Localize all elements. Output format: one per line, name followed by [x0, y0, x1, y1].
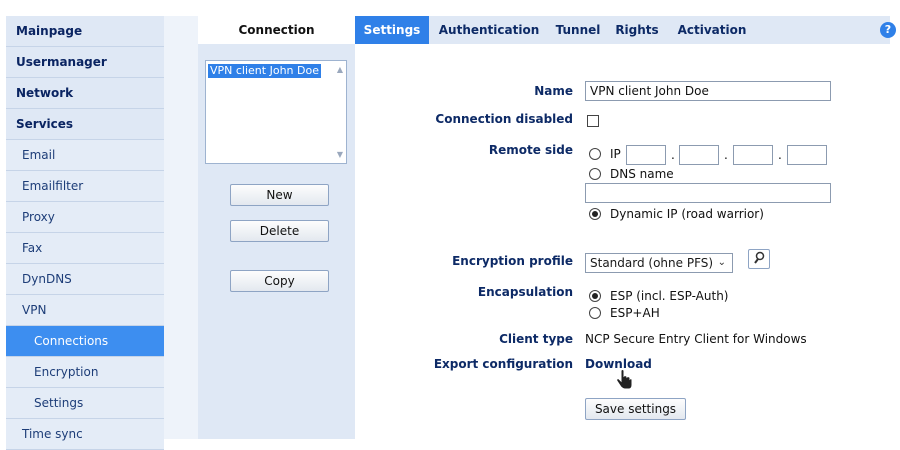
tab-rights[interactable]: Rights: [609, 16, 665, 44]
connection-disabled-label: Connection disabled: [435, 112, 573, 126]
connection-listbox[interactable]: VPN client John Doe ▲ ▼: [205, 60, 347, 164]
client-type-value: NCP Secure Entry Client for Windows: [585, 332, 807, 346]
remote-dynamic-label: Dynamic IP (road warrior): [610, 207, 764, 221]
encryption-profile-edit-button[interactable]: [748, 249, 770, 269]
help-icon[interactable]: ?: [880, 22, 896, 38]
encap-esp-radio[interactable]: [589, 290, 601, 302]
delete-button[interactable]: Delete: [230, 220, 329, 242]
sidebar-item-dyndns[interactable]: DynDNS: [6, 264, 164, 295]
ip-dot: .: [671, 148, 675, 162]
sidebar-gap: [164, 16, 198, 439]
tab-tunnel[interactable]: Tunnel: [549, 16, 607, 44]
sidebar-nav: Mainpage Usermanager Network Services Em…: [6, 16, 164, 450]
scroll-down-icon[interactable]: ▼: [337, 150, 343, 159]
save-settings-button[interactable]: Save settings: [585, 398, 686, 420]
ip-octet-1[interactable]: [626, 145, 666, 165]
magnifier-icon: [754, 251, 765, 264]
sidebar-item-encryption[interactable]: Encryption: [6, 357, 164, 388]
sidebar-item-vpn[interactable]: VPN: [6, 295, 164, 326]
sidebar-item-usermanager[interactable]: Usermanager: [6, 47, 164, 78]
encryption-profile-select[interactable]: Standard (ohne PFS) ⌄: [585, 253, 733, 273]
sidebar-item-services[interactable]: Services: [6, 109, 164, 140]
ip-dot: .: [778, 148, 782, 162]
export-configuration-label: Export configuration: [433, 357, 573, 371]
scroll-up-icon[interactable]: ▲: [337, 65, 343, 74]
tab-activation[interactable]: Activation: [667, 16, 757, 44]
sidebar-item-time-sync[interactable]: Time sync: [6, 419, 164, 450]
sidebar-item-settings[interactable]: Settings: [6, 388, 164, 419]
encapsulation-label: Encapsulation: [477, 285, 573, 299]
sidebar-item-proxy[interactable]: Proxy: [6, 202, 164, 233]
remote-dns-radio[interactable]: [589, 168, 601, 180]
remote-dns-label: DNS name: [610, 167, 674, 181]
remote-dynamic-radio[interactable]: [589, 208, 601, 220]
encap-esp-label: ESP (incl. ESP-Auth): [610, 289, 729, 303]
sidebar-item-mainpage[interactable]: Mainpage: [6, 16, 164, 47]
client-type-label: Client type: [499, 332, 573, 346]
new-button[interactable]: New: [230, 184, 329, 206]
ip-octet-3[interactable]: [733, 145, 773, 165]
ip-octet-2[interactable]: [679, 145, 719, 165]
remote-ip-radio[interactable]: [589, 148, 601, 160]
tab-connection-header: Connection: [198, 16, 355, 44]
list-item[interactable]: VPN client John Doe: [208, 64, 321, 78]
tab-authentication[interactable]: Authentication: [431, 16, 547, 44]
chevron-down-icon: ⌄: [717, 257, 726, 268]
sidebar-item-connections[interactable]: Connections: [6, 326, 164, 357]
encap-espah-label: ESP+AH: [610, 306, 660, 320]
name-input[interactable]: VPN client John Doe: [585, 81, 831, 101]
hand-cursor-icon: [616, 369, 633, 390]
sidebar-item-network[interactable]: Network: [6, 78, 164, 109]
name-label: Name: [534, 84, 573, 98]
tab-bar: Connection Settings Authentication Tunne…: [198, 16, 890, 44]
encap-espah-radio[interactable]: [589, 307, 601, 319]
ip-octet-4[interactable]: [787, 145, 827, 165]
sidebar-item-email[interactable]: Email: [6, 140, 164, 171]
copy-button[interactable]: Copy: [230, 270, 329, 292]
remote-ip-label: IP: [610, 147, 621, 161]
ip-dot: .: [724, 148, 728, 162]
dns-name-input[interactable]: [585, 183, 831, 203]
encryption-profile-value: Standard (ohne PFS): [590, 256, 714, 270]
encryption-profile-label: Encryption profile: [452, 254, 573, 268]
remote-side-label: Remote side: [488, 143, 573, 157]
connection-disabled-checkbox[interactable]: [587, 115, 599, 127]
sidebar-item-emailfilter[interactable]: Emailfilter: [6, 171, 164, 202]
sidebar-item-fax[interactable]: Fax: [6, 233, 164, 264]
tab-settings[interactable]: Settings: [355, 16, 429, 44]
